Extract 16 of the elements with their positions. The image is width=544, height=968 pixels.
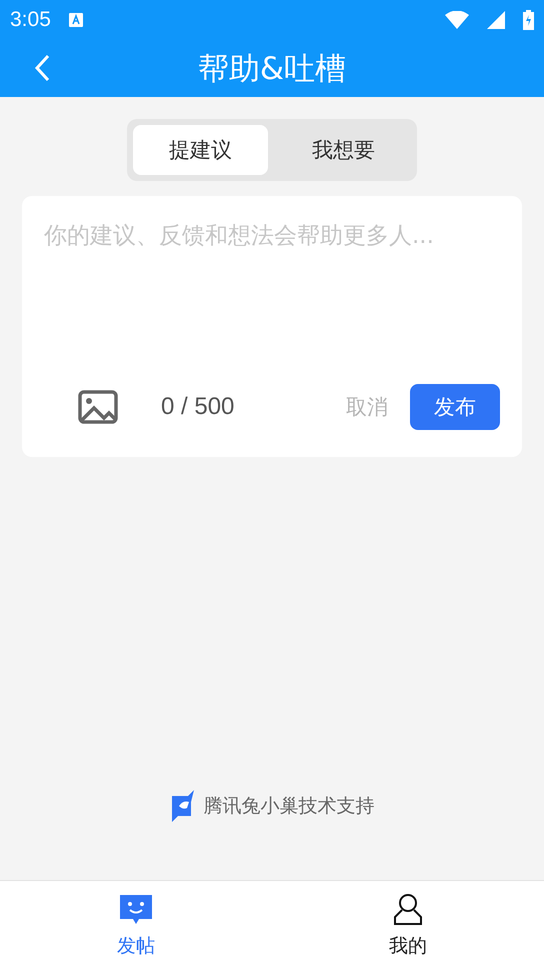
tab[interactable]: 提建议 xyxy=(133,125,268,175)
wifi-icon xyxy=(445,11,469,29)
publish-button[interactable]: 发布 xyxy=(410,384,500,430)
support-text: 腾讯兔小巢技术支持 xyxy=(204,794,374,819)
nav-tab[interactable]: 我的 xyxy=(272,881,544,968)
page-title: 帮助&吐槽 xyxy=(198,50,346,88)
image-icon[interactable] xyxy=(78,390,118,424)
character-counter: 0 / 500 xyxy=(161,393,234,421)
nav-tab[interactable]: 发帖 xyxy=(0,881,272,968)
signal-icon xyxy=(487,11,505,29)
battery-icon xyxy=(523,10,534,30)
status-time: 3:05 xyxy=(10,8,51,32)
notification-icon xyxy=(68,13,83,27)
person-icon xyxy=(393,893,423,927)
tab[interactable]: 我想要 xyxy=(276,125,411,175)
feedback-field[interactable]: 你的建议、反馈和想法会帮助更多人... xyxy=(22,196,522,375)
